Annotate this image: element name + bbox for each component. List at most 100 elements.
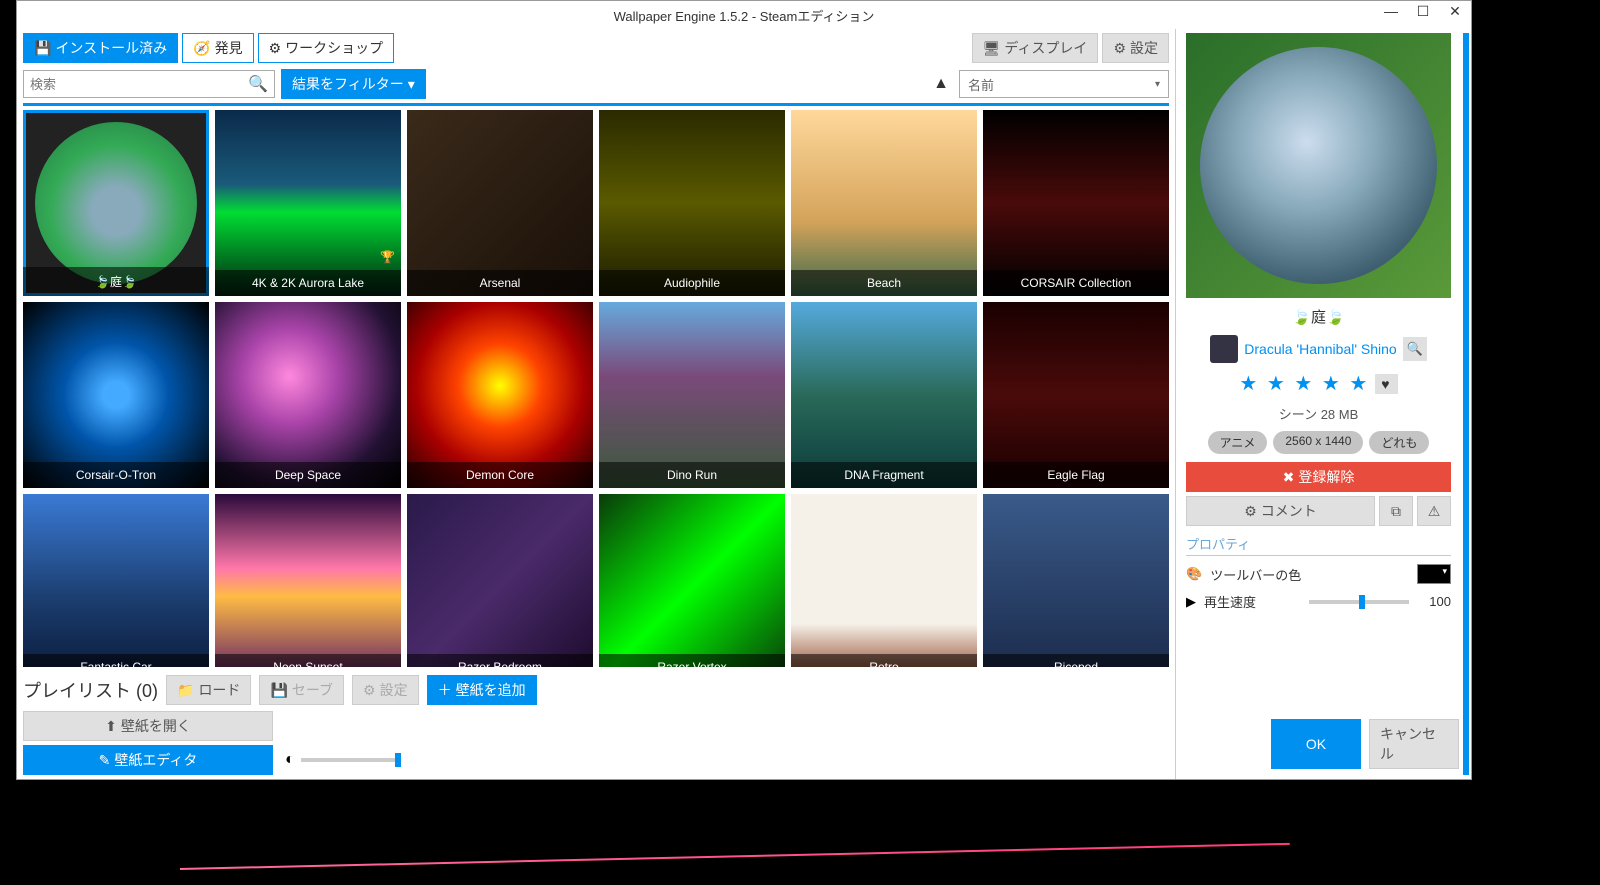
display-button[interactable]: 🖥 ディスプレイ [972,33,1099,63]
sort-direction-button[interactable]: ▲ [929,72,953,96]
wallpaper-tile[interactable]: Razer Bedroom [407,494,593,667]
trophy-icon: 🏆 [380,250,395,264]
cancel-button[interactable]: キャンセル [1369,719,1459,769]
unsubscribe-button[interactable]: ✖ 登録解除 [1186,462,1451,492]
tools-icon: ✎ [99,752,111,769]
tile-label: Ricepod [983,654,1169,667]
wallpaper-tile[interactable]: Ricepod [983,494,1169,667]
wallpaper-tile[interactable]: Retro [791,494,977,667]
tile-label: Arsenal [407,270,593,296]
tab-discover[interactable]: 🧭 発見 [182,33,253,63]
settings-button[interactable]: ⚙ 設定 [1102,33,1169,63]
save-icon: 💾 [34,40,51,57]
search-author-button[interactable]: 🔍 [1403,337,1427,361]
wallpaper-tile[interactable]: Demon Core [407,302,593,488]
speed-slider[interactable] [1309,600,1409,604]
report-button[interactable]: ⚠ [1417,496,1451,526]
divider [23,103,1169,106]
filter-button[interactable]: 結果をフィルター ▾ [281,69,426,99]
wallpaper-tile[interactable]: 🏆4K & 2K Aurora Lake [215,110,401,296]
wallpaper-tile[interactable]: Dino Run [599,302,785,488]
save-icon: 💾 [270,682,287,699]
wallpaper-tile[interactable]: Corsair-O-Tron [23,302,209,488]
tile-thumbnail [215,302,401,488]
tile-label: Audiophile [599,270,785,296]
tile-thumbnail [23,494,209,667]
tile-thumbnail [407,302,593,488]
tile-thumbnail [407,494,593,667]
wallpaper-tile[interactable]: Fantastic Car [23,494,209,667]
tile-thumbnail [215,494,401,667]
copy-button[interactable]: ⧉ [1379,496,1413,526]
tile-label: Deep Space [215,462,401,488]
tile-thumbnail [599,302,785,488]
tag-list: アニメ2560 x 1440 どれも [1186,431,1451,454]
upload-icon: ⬆ [105,718,117,735]
tile-label: Demon Core [407,462,593,488]
tile-label: Beach [791,270,977,296]
wallpaper-tile[interactable]: 🍃庭🍃 [23,110,209,296]
tag[interactable]: どれも [1369,431,1429,454]
tile-thumbnail [23,302,209,488]
speed-slider-thumb[interactable] [1359,595,1365,609]
author-avatar[interactable] [1210,335,1238,363]
add-wallpaper-button[interactable]: ＋ 壁紙を追加 [427,675,537,705]
tab-installed[interactable]: 💾 インストール済み [23,33,178,63]
open-wallpaper-button[interactable]: ⬆ 壁紙を開く [23,711,273,741]
ok-button[interactable]: OK [1271,719,1361,769]
tile-thumbnail [407,110,593,296]
search-input[interactable] [30,77,248,92]
sidebar-scrollbar[interactable] [1463,33,1469,775]
wallpaper-tile[interactable]: Eagle Flag [983,302,1169,488]
prop-speed-label: 再生速度 [1204,592,1301,611]
sort-select[interactable]: 名前 [959,70,1169,98]
filter-icon: ▾ [408,76,415,93]
preview-image [1186,33,1451,298]
tile-thumbnail [599,494,785,667]
wallpaper-tile[interactable]: Arsenal [407,110,593,296]
zoom-slider[interactable] [301,758,401,762]
wallpaper-tile[interactable]: Audiophile [599,110,785,296]
tile-thumbnail [791,110,977,296]
playlist-load-button[interactable]: 📁 ロード [166,675,251,705]
app-window: Wallpaper Engine 1.5.2 - Steamエディション — ☐… [16,0,1472,780]
tile-label: Retro [791,654,977,667]
tile-label: Corsair-O-Tron [23,462,209,488]
gear-icon: ⚙ [363,682,376,699]
close-button[interactable]: ✕ [1443,3,1467,23]
comment-button[interactable]: ⚙ コメント [1186,496,1375,526]
warning-icon: ⚠ [1428,503,1441,520]
speed-value: 100 [1417,594,1451,609]
minimize-button[interactable]: — [1379,3,1403,23]
tile-label: Eagle Flag [983,462,1169,488]
playlist-save-button[interactable]: 💾 セーブ [259,675,344,705]
search-icon[interactable]: 🔍 [248,74,268,94]
search-box[interactable]: 🔍 [23,70,275,98]
wallpaper-tile[interactable]: Beach [791,110,977,296]
monitor-icon: 🖥 [983,40,1001,57]
copy-icon: ⧉ [1391,503,1401,520]
compass-icon: 🧭 [193,40,210,57]
tag[interactable]: アニメ [1208,431,1268,454]
wallpaper-editor-button[interactable]: ✎ 壁紙エディタ [23,745,273,775]
wallpaper-tile[interactable]: Neon Sunset [215,494,401,667]
author-link[interactable]: Dracula 'Hannibal' Shino [1244,341,1396,357]
wallpaper-tile[interactable]: Razer Vortex [599,494,785,667]
wallpaper-tile[interactable]: DNA Fragment [791,302,977,488]
tile-thumbnail [599,110,785,296]
meta-info: シーン 28 MB [1186,404,1451,423]
toolbar-color-picker[interactable] [1417,564,1451,584]
wallpaper-tile[interactable]: Deep Space [215,302,401,488]
playlist-settings-button[interactable]: ⚙ 設定 [352,675,419,705]
tab-workshop[interactable]: ⚙ ワークショップ [258,33,395,63]
maximize-button[interactable]: ☐ [1411,3,1435,23]
prop-toolbar-color-label: ツールバーの色 [1210,565,1409,584]
wallpaper-tile[interactable]: CORSAIR Collection [983,110,1169,296]
tag[interactable]: 2560 x 1440 [1273,431,1363,454]
main-tabs: 💾 インストール済み 🧭 発見 ⚙ ワークショップ 🖥 ディスプレイ ⚙ [23,33,1169,63]
favorite-button[interactable]: ♥ [1375,374,1397,394]
playlist-title: プレイリスト (0) [23,677,158,703]
tile-thumbnail [791,302,977,488]
zoom-slider-thumb[interactable] [395,753,401,767]
gear-icon: ⚙ [1113,40,1126,57]
